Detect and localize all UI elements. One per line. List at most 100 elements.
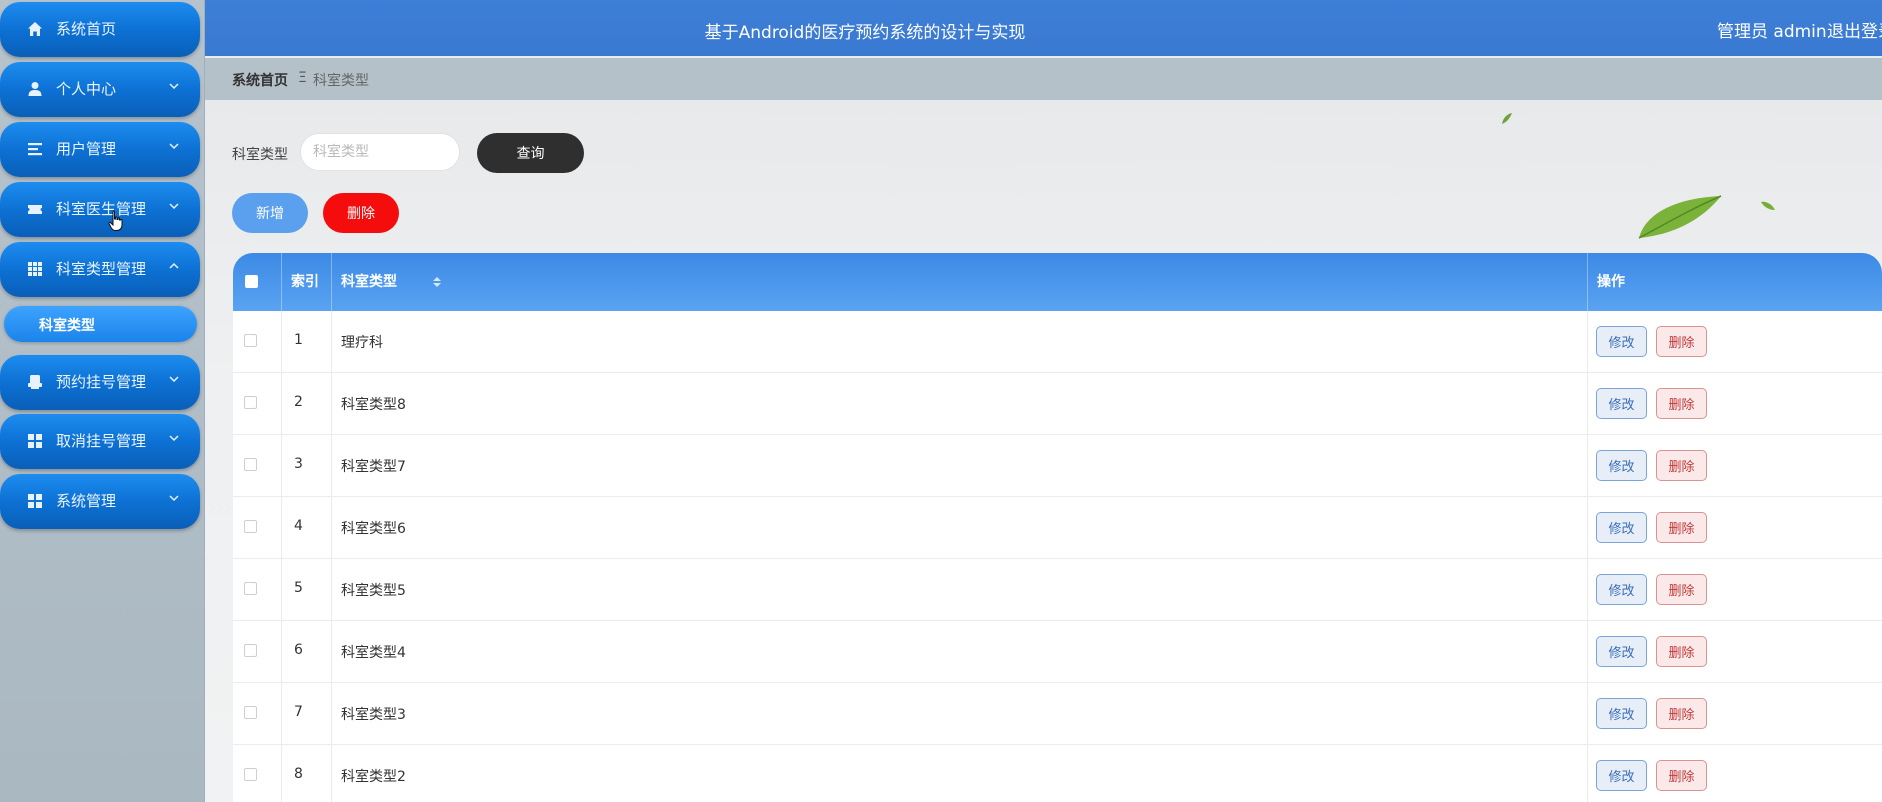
sidebar-item-personal-center[interactable]: 个人中心 (0, 62, 200, 117)
row-edit-button[interactable]: 修改 (1596, 450, 1647, 481)
leaf-decoration-icon (1761, 201, 1775, 210)
row-checkbox[interactable] (244, 520, 257, 533)
row-index: 8 (294, 766, 303, 782)
row-delete-button[interactable]: 删除 (1656, 450, 1707, 481)
row-delete-button[interactable]: 删除 (1656, 388, 1707, 419)
row-checkbox[interactable] (244, 582, 257, 595)
leaf-decoration-icon (1502, 113, 1512, 124)
sidebar-item-department-doctor-management[interactable]: 科室医生管理 (0, 182, 200, 237)
chevron-up-icon (169, 262, 179, 269)
breadcrumb: 系统首页 Ξ 科室类型 (205, 58, 1882, 100)
chevron-down-icon (169, 435, 179, 442)
row-delete-button[interactable]: 删除 (1656, 636, 1707, 667)
chevron-down-icon (169, 376, 179, 383)
row-edit-button[interactable]: 修改 (1596, 760, 1647, 791)
row-checkbox[interactable] (244, 396, 257, 409)
breadcrumb-separator: Ξ (298, 70, 307, 86)
row-delete-button[interactable]: 删除 (1656, 760, 1707, 791)
row-checkbox[interactable] (244, 768, 257, 781)
column-divider (1587, 311, 1588, 373)
department-type-search-input[interactable] (300, 133, 460, 171)
sidebar-item-label: 科室类型管理 (56, 260, 147, 278)
top-header: 基于Android的医疗预约系统的设计与实现 管理员 admin 退出登录 (205, 0, 1882, 56)
hand-cursor-icon (108, 210, 123, 231)
column-divider (1587, 373, 1588, 435)
column-divider (281, 253, 282, 311)
row-edit-button[interactable]: 修改 (1596, 326, 1647, 357)
logout-link[interactable]: 退出登录 (1827, 17, 1882, 42)
row-edit-button[interactable]: 修改 (1596, 574, 1647, 605)
sidebar-item-appointment-management[interactable]: 预约挂号管理 (0, 355, 200, 410)
current-user: 管理员 admin (1717, 22, 1827, 42)
sidebar-item-label: 个人中心 (56, 80, 117, 98)
sidebar-subitem-department-type[interactable]: 科室类型 (4, 306, 197, 342)
sort-icon[interactable] (432, 276, 442, 288)
row-department-type: 科室类型5 (341, 583, 406, 599)
leaf-decoration-icon (1638, 195, 1722, 239)
row-delete-button[interactable]: 删除 (1656, 326, 1707, 357)
column-divider (281, 621, 282, 683)
row-delete-button[interactable]: 删除 (1656, 512, 1707, 543)
row-edit-button[interactable]: 修改 (1596, 636, 1647, 667)
row-index: 4 (294, 518, 303, 534)
row-department-type: 科室类型3 (341, 707, 406, 723)
chevron-down-icon (169, 143, 179, 150)
sidebar-subitem-label: 科室类型 (39, 318, 95, 334)
row-delete-button[interactable]: 删除 (1656, 698, 1707, 729)
row-checkbox[interactable] (244, 706, 257, 719)
column-divider (1587, 435, 1588, 497)
table-row: 1 理疗科 修改 删除 (233, 311, 1882, 373)
row-edit-button[interactable]: 修改 (1596, 698, 1647, 729)
column-divider (331, 373, 332, 435)
apps-icon (28, 434, 42, 448)
column-divider (331, 559, 332, 621)
row-edit-button[interactable]: 修改 (1596, 388, 1647, 419)
sidebar-item-cancel-appointment-management[interactable]: 取消挂号管理 (0, 414, 200, 469)
table-header: 索引 科室类型 操作 (233, 253, 1882, 311)
column-divider (331, 435, 332, 497)
query-button[interactable]: 查询 (477, 133, 584, 173)
table-row: 3 科室类型7 修改 删除 (233, 435, 1882, 497)
row-checkbox[interactable] (244, 644, 257, 657)
column-divider (281, 559, 282, 621)
batch-delete-button[interactable]: 删除 (323, 193, 399, 233)
column-header-department-type[interactable]: 科室类型 (341, 253, 397, 311)
row-checkbox[interactable] (244, 458, 257, 471)
breadcrumb-home[interactable]: 系统首页 (232, 70, 288, 90)
sidebar-item-system-management[interactable]: 系统管理 (0, 474, 200, 529)
sidebar-item-home[interactable]: 系统首页 (0, 2, 200, 57)
home-icon (28, 22, 42, 36)
column-divider (281, 683, 282, 745)
main-content: 科室类型 查询 新增 删除 索引 科室类型 操作 1 理疗科 修 (205, 100, 1882, 802)
sidebar-item-user-management[interactable]: 用户管理 (0, 122, 200, 177)
sidebar-item-label: 预约挂号管理 (56, 373, 147, 391)
row-department-type: 科室类型8 (341, 397, 406, 413)
table-row: 8 科室类型2 修改 删除 (233, 745, 1882, 802)
row-department-type: 理疗科 (341, 335, 383, 351)
sidebar: 系统首页 个人中心 用户管理 科室医生管理 科室类型管理 科室类型 预约挂号管理… (0, 0, 205, 802)
sidebar-item-label: 用户管理 (56, 140, 117, 158)
select-all-checkbox[interactable] (245, 275, 258, 288)
row-checkbox[interactable] (244, 334, 257, 347)
column-divider (281, 745, 282, 802)
column-divider (331, 497, 332, 559)
row-edit-button[interactable]: 修改 (1596, 512, 1647, 543)
add-button[interactable]: 新增 (232, 193, 308, 233)
column-divider (281, 497, 282, 559)
row-index: 2 (294, 394, 303, 410)
row-index: 1 (294, 332, 303, 348)
apps-icon (28, 494, 42, 508)
column-divider (281, 373, 282, 435)
sidebar-item-label: 科室医生管理 (56, 200, 147, 218)
column-divider (331, 253, 332, 311)
column-divider (1587, 621, 1588, 683)
chevron-down-icon (169, 83, 179, 90)
column-divider (1587, 745, 1588, 802)
sidebar-item-department-type-management[interactable]: 科室类型管理 (0, 242, 200, 297)
grid-icon (28, 262, 42, 276)
row-index: 6 (294, 642, 303, 658)
user-icon (28, 82, 42, 96)
column-divider (1587, 683, 1588, 745)
row-department-type: 科室类型6 (341, 521, 406, 537)
row-delete-button[interactable]: 删除 (1656, 574, 1707, 605)
